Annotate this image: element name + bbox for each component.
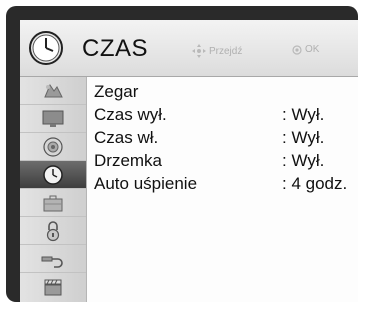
menu-row-czas-wl[interactable]: Czas wł. : Wył. (94, 126, 356, 148)
sidebar-item-lock[interactable] (20, 217, 86, 245)
sidebar-item-time[interactable] (20, 161, 86, 189)
lock-icon (46, 220, 60, 241)
menu-row-czas-wyl[interactable]: Czas wył. : Wył. (94, 103, 356, 125)
menu-row-label: Zegar (94, 82, 139, 101)
menu-row-value: : Wył. (282, 128, 325, 147)
menu-row-label: Drzemka (94, 151, 163, 170)
menu-row-zegar[interactable]: Zegar (94, 80, 356, 102)
menu-row-auto-usypianie[interactable]: Auto uśpienie : 4 godz. (94, 172, 356, 194)
move-hint-label: Przejdź (209, 45, 243, 57)
sidebar-item-input[interactable] (20, 245, 86, 273)
briefcase-icon (43, 195, 63, 211)
tv-menu-frame: CZAS Przejdź OK Zegar Czas wył.: Wył. C… (6, 6, 358, 302)
clock-icon (43, 164, 63, 185)
sidebar-item-audio[interactable] (20, 133, 86, 161)
ok-hint: OK (292, 44, 319, 55)
sidebar-item-screen[interactable] (20, 105, 86, 133)
input-cable-icon (41, 256, 63, 268)
ok-hint-label: OK (305, 44, 320, 55)
menu-row-value: : Wył. (282, 105, 325, 124)
clock-icon (29, 31, 63, 65)
settings-list: Zegar Czas wył. : Wył. Czas wł. : Wył. D… (94, 77, 356, 302)
category-sidebar (20, 77, 87, 302)
sidebar-item-picture[interactable] (20, 77, 86, 105)
clapperboard-icon (44, 279, 62, 296)
image-icon (44, 83, 63, 97)
menu-row-drzemka[interactable]: Drzemka : Wył. (94, 149, 356, 171)
menu-header: CZAS Przejdź OK (20, 20, 358, 77)
page-title: CZAS (82, 35, 149, 62)
sound-icon (43, 136, 63, 157)
ok-button-icon (292, 44, 302, 55)
tv-menu-panel: CZAS Przejdź OK Zegar Czas wył.: Wył. C… (20, 20, 358, 302)
menu-row-value: : 4 godz. (282, 174, 348, 193)
move-hint: Przejdź (192, 44, 242, 58)
menu-row-label: Czas wł. (94, 128, 159, 147)
menu-row-label: Auto uśpienie (94, 174, 198, 193)
menu-row-label: Czas wył. (94, 105, 167, 124)
navigate-arrows-icon (192, 44, 206, 58)
menu-row-value: : Wył. (282, 151, 325, 170)
tv-screen-icon (42, 110, 64, 127)
sidebar-item-options[interactable] (20, 189, 86, 217)
sidebar-item-media[interactable] (20, 273, 86, 301)
